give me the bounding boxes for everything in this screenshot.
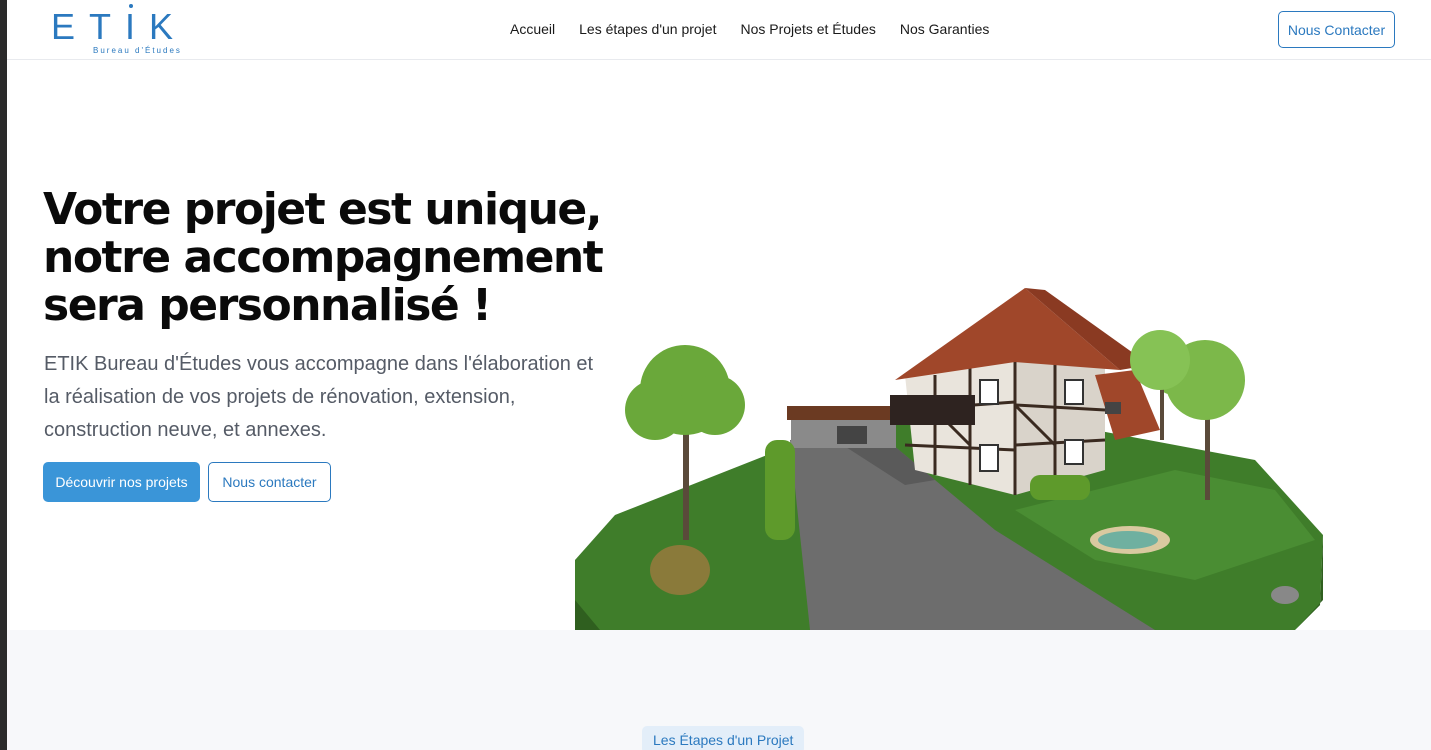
logo-dot-icon <box>129 4 133 8</box>
hedge <box>765 440 795 540</box>
site-header: ETIK Bureau d'Études Accueil Les étapes … <box>7 0 1431 60</box>
hero-title-line: sera personnalisé ! <box>43 280 492 331</box>
main-nav: Accueil Les étapes d'un projet Nos Proje… <box>510 19 989 39</box>
hero-title-line: notre accompagnement <box>43 232 604 283</box>
logo-subtitle: Bureau d'Études <box>93 46 182 55</box>
rock <box>1271 586 1299 604</box>
steps-section: Les Étapes d'un Projet <box>7 630 1431 750</box>
hedge-front <box>1030 475 1090 500</box>
bush <box>650 545 710 595</box>
hero-title-line: Votre projet est unique, <box>43 184 602 235</box>
window <box>1064 379 1084 405</box>
house-render-image <box>575 288 1323 630</box>
nav-item-etapes[interactable]: Les étapes d'un projet <box>579 19 716 39</box>
nav-item-accueil[interactable]: Accueil <box>510 19 555 39</box>
roof-window <box>1105 402 1121 414</box>
nav-item-projets[interactable]: Nos Projets et Études <box>740 19 875 39</box>
window <box>979 379 999 405</box>
balcony <box>890 395 975 425</box>
pond-water <box>1098 531 1158 549</box>
discover-projects-button[interactable]: Découvrir nos projets <box>43 462 200 502</box>
nav-item-garanties[interactable]: Nos Garanties <box>900 19 989 39</box>
carport-roof <box>787 406 902 420</box>
page: ETIK Bureau d'Études Accueil Les étapes … <box>7 0 1431 750</box>
window <box>979 444 999 472</box>
section-badge: Les Étapes d'un Projet <box>642 726 805 750</box>
hero-title: Votre projet est unique, notre accompagn… <box>43 186 623 330</box>
car <box>837 426 867 444</box>
window <box>1064 439 1084 465</box>
contact-us-button[interactable]: Nous contacter <box>208 462 331 502</box>
window-edge <box>0 0 7 750</box>
contact-button[interactable]: Nous Contacter <box>1278 11 1395 48</box>
hero-description: ETIK Bureau d'Études vous accompagne dan… <box>44 353 594 441</box>
logo-title: ETIK <box>51 6 188 47</box>
etik-logo[interactable]: ETIK Bureau d'Études <box>51 4 191 56</box>
